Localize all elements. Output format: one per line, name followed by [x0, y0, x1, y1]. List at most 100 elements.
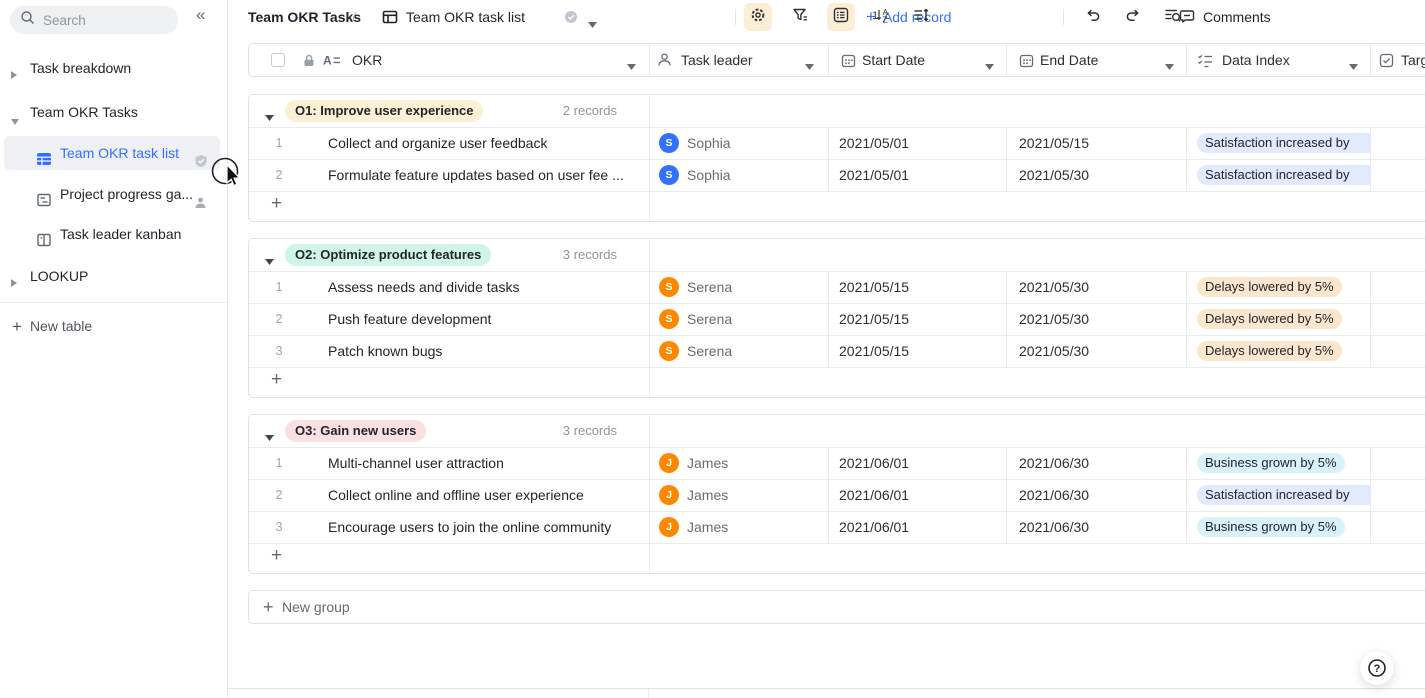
- cell-data-index[interactable]: Business grown by 5%: [1197, 447, 1370, 479]
- add-record-row[interactable]: +: [249, 541, 1425, 573]
- group-header[interactable]: O2: Optimize product features 3 records: [249, 239, 1425, 271]
- row-height-button[interactable]: [907, 3, 935, 31]
- column-header-task-leader[interactable]: Task leader: [681, 44, 753, 76]
- cell-data-index[interactable]: Delays lowered by 5%: [1197, 335, 1370, 367]
- column-menu-icon[interactable]: [1349, 57, 1358, 75]
- collapse-sidebar-icon[interactable]: «: [196, 5, 205, 25]
- column-header-target[interactable]: Target: [1401, 44, 1425, 76]
- cell-data-index[interactable]: Satisfaction increased by: [1197, 479, 1370, 511]
- cell-task-leader[interactable]: James: [687, 511, 728, 543]
- column-header-start-date[interactable]: Start Date: [862, 44, 925, 76]
- cell-okr[interactable]: Patch known bugs: [328, 335, 442, 367]
- group-header[interactable]: O1: Improve user experience 2 records: [249, 95, 1425, 127]
- cell-start-date[interactable]: 2021/06/01: [839, 479, 909, 511]
- column-header-data-index[interactable]: Data Index: [1222, 44, 1290, 76]
- cell-data-index[interactable]: Delays lowered by 5%: [1197, 271, 1370, 303]
- cell-start-date[interactable]: 2021/05/15: [839, 303, 909, 335]
- sidebar-item-project-progress[interactable]: Project progress ga...: [4, 177, 220, 211]
- search-box[interactable]: [10, 6, 178, 34]
- cell-start-date[interactable]: 2021/05/15: [839, 271, 909, 303]
- column-menu-icon[interactable]: [627, 57, 636, 75]
- cell-task-leader[interactable]: Sophia: [687, 159, 731, 191]
- undo-icon: [1085, 7, 1101, 28]
- table-row[interactable]: 3 Encourage users to join the online com…: [249, 511, 1425, 543]
- cell-okr[interactable]: Formulate feature updates based on user …: [328, 159, 624, 191]
- comments-button[interactable]: Comments: [1179, 3, 1271, 31]
- row-number: 1: [267, 127, 291, 159]
- chevron-down-icon[interactable]: [10, 109, 20, 133]
- table-row[interactable]: 1 Assess needs and divide tasks S Serena…: [249, 271, 1425, 303]
- sidebar-section-task-breakdown[interactable]: Task breakdown: [0, 56, 227, 80]
- sidebar-section-team-okr-tasks[interactable]: Team OKR Tasks: [0, 100, 227, 124]
- cell-end-date[interactable]: 2021/05/15: [1019, 127, 1089, 159]
- chevron-right-icon[interactable]: [10, 271, 18, 295]
- find-in-view-button[interactable]: [1158, 3, 1186, 31]
- group-view-button[interactable]: [827, 3, 855, 31]
- column-menu-icon[interactable]: [985, 57, 994, 75]
- cell-start-date[interactable]: 2021/05/01: [839, 159, 909, 191]
- search-input[interactable]: [43, 13, 153, 28]
- filter-button[interactable]: [786, 3, 814, 31]
- table-row[interactable]: 1 Collect and organize user feedback S S…: [249, 127, 1425, 159]
- cell-start-date[interactable]: 2021/05/01: [839, 127, 909, 159]
- cell-end-date[interactable]: 2021/05/30: [1019, 271, 1089, 303]
- table-row[interactable]: 3 Patch known bugs S Serena 2021/05/15 2…: [249, 335, 1425, 367]
- table-row[interactable]: 2 Push feature development S Serena 2021…: [249, 303, 1425, 335]
- cell-task-leader[interactable]: Serena: [687, 335, 732, 367]
- cell-task-leader[interactable]: Sophia: [687, 127, 731, 159]
- group-header[interactable]: O3: Gain new users 3 records: [249, 415, 1425, 447]
- cell-end-date[interactable]: 2021/06/30: [1019, 511, 1089, 543]
- cell-okr[interactable]: Multi-channel user attraction: [328, 447, 504, 479]
- table-row[interactable]: 1 Multi-channel user attraction J James …: [249, 447, 1425, 479]
- cell-end-date[interactable]: 2021/06/30: [1019, 447, 1089, 479]
- collapse-group-icon[interactable]: [265, 252, 274, 270]
- cell-start-date[interactable]: 2021/05/15: [839, 335, 909, 367]
- sidebar-item-task-leader-kanban[interactable]: Task leader kanban: [4, 217, 220, 251]
- sidebar-item-team-okr-task-list[interactable]: Team OKR task list: [4, 136, 220, 170]
- breadcrumb-table-name[interactable]: Team OKR task list: [406, 0, 525, 34]
- add-record-row[interactable]: +: [249, 365, 1425, 397]
- table-row[interactable]: 2 Collect online and offline user experi…: [249, 479, 1425, 511]
- collapse-group-icon[interactable]: [265, 108, 274, 126]
- cell-task-leader[interactable]: Serena: [687, 271, 732, 303]
- select-all-checkbox[interactable]: [271, 53, 285, 67]
- sidebar-section-lookup[interactable]: LOOKUP: [0, 264, 227, 288]
- cell-start-date[interactable]: 2021/06/01: [839, 511, 909, 543]
- column-header-end-date[interactable]: End Date: [1040, 44, 1098, 76]
- undo-button[interactable]: [1079, 3, 1107, 31]
- add-record-row[interactable]: +: [249, 189, 1425, 221]
- cell-data-index[interactable]: Business grown by 5%: [1197, 511, 1370, 543]
- cell-okr[interactable]: Assess needs and divide tasks: [328, 271, 519, 303]
- kanban-icon: [36, 226, 52, 260]
- cell-end-date[interactable]: 2021/05/30: [1019, 159, 1089, 191]
- sort-button[interactable]: 1AZ: [867, 3, 895, 31]
- new-table-button[interactable]: +New table: [12, 314, 92, 338]
- column-header-okr[interactable]: OKR: [352, 44, 382, 76]
- table-menu-caret-icon[interactable]: [588, 15, 597, 33]
- cell-okr[interactable]: Collect online and offline user experien…: [328, 479, 584, 511]
- table-row[interactable]: 2 Formulate feature updates based on use…: [249, 159, 1425, 191]
- cell-start-date[interactable]: 2021/06/01: [839, 447, 909, 479]
- collapse-group-icon[interactable]: [265, 428, 274, 446]
- new-group-button[interactable]: + New group: [248, 590, 1425, 624]
- cell-end-date[interactable]: 2021/06/30: [1019, 479, 1089, 511]
- cell-data-index[interactable]: Satisfaction increased by: [1197, 127, 1370, 159]
- breadcrumb-root[interactable]: Team OKR Tasks: [248, 0, 361, 34]
- help-button[interactable]: ?: [1360, 651, 1394, 685]
- cell-task-leader[interactable]: James: [687, 447, 728, 479]
- redo-button[interactable]: [1119, 3, 1147, 31]
- table-icon: [382, 9, 398, 30]
- chevron-right-icon[interactable]: [10, 63, 18, 87]
- cell-data-index[interactable]: Satisfaction increased by: [1197, 159, 1370, 191]
- cell-okr[interactable]: Push feature development: [328, 303, 491, 335]
- cell-end-date[interactable]: 2021/05/30: [1019, 335, 1089, 367]
- cell-data-index[interactable]: Delays lowered by 5%: [1197, 303, 1370, 335]
- cell-okr[interactable]: Encourage users to join the online commu…: [328, 511, 611, 543]
- column-menu-icon[interactable]: [805, 57, 814, 75]
- cell-task-leader[interactable]: James: [687, 479, 728, 511]
- cell-end-date[interactable]: 2021/05/30: [1019, 303, 1089, 335]
- cell-task-leader[interactable]: Serena: [687, 303, 732, 335]
- column-menu-icon[interactable]: [1165, 57, 1174, 75]
- cell-okr[interactable]: Collect and organize user feedback: [328, 127, 547, 159]
- settings-button[interactable]: [744, 3, 772, 31]
